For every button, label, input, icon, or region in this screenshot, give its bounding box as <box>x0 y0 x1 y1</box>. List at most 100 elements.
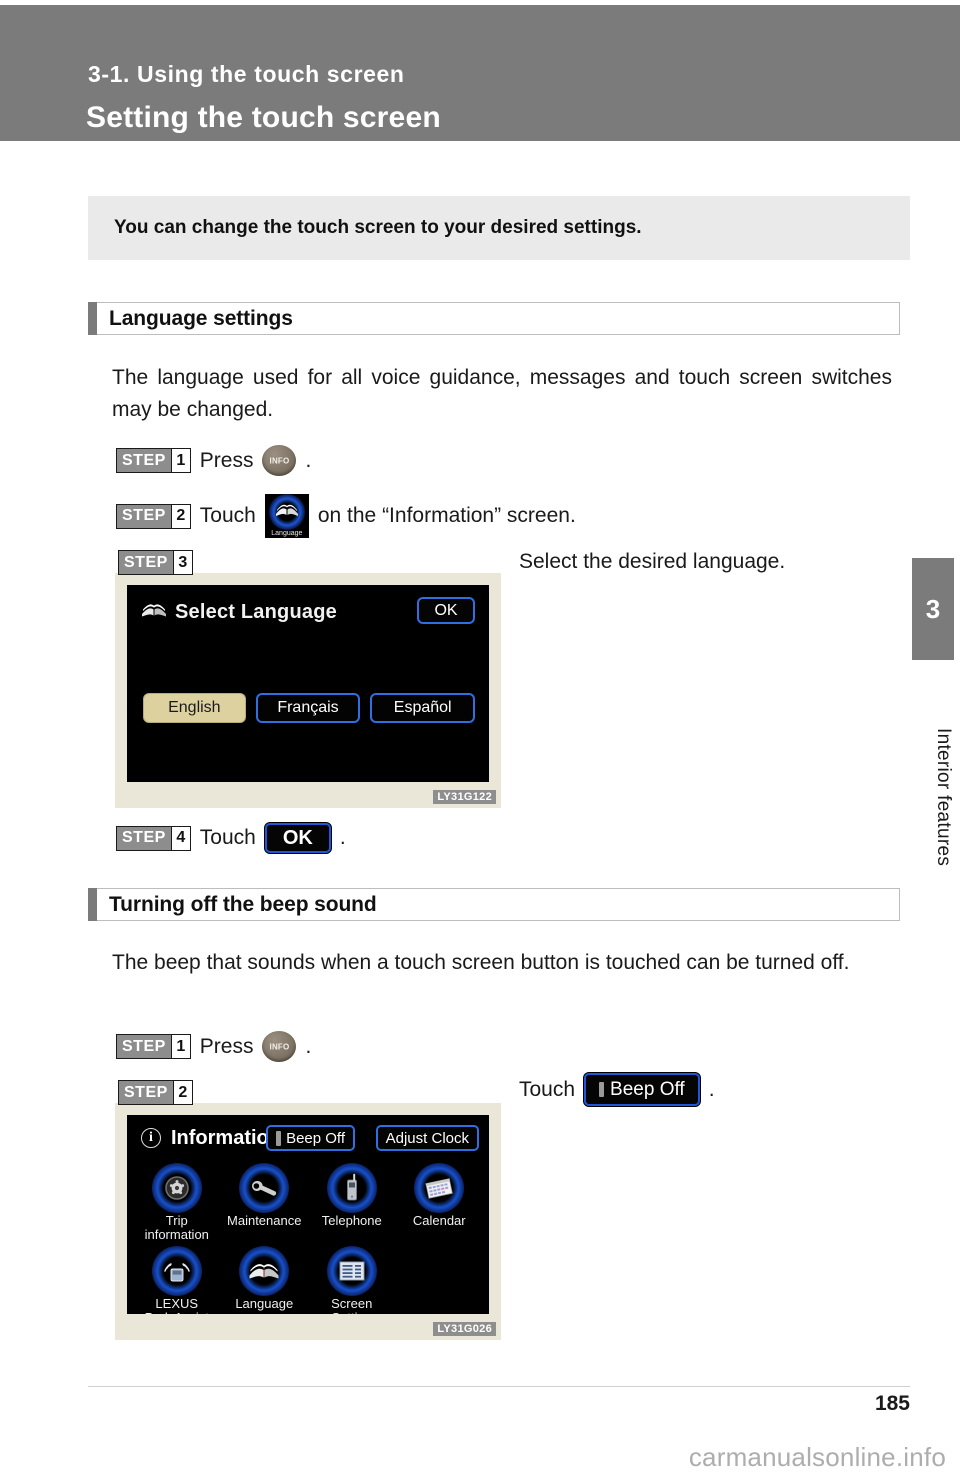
step-action-label: Touch <box>199 504 256 527</box>
figure-code: LY31G026 <box>433 1322 496 1336</box>
language-option-english[interactable]: English <box>143 693 246 723</box>
info-tile-screen-setting[interactable]: Screen Setting <box>308 1242 396 1314</box>
page-title: Setting the touch screen <box>86 101 441 134</box>
manual-page: 3-1. Using the touch screen Setting the … <box>0 0 960 1484</box>
step-badge-number: 2 <box>170 504 190 528</box>
adjust-clock-button[interactable]: Adjust Clock <box>375 1125 479 1151</box>
icon-row-1: Trip information Maintenance Telephone C… <box>133 1159 483 1242</box>
beep-off-button-inline[interactable]: Beep Off <box>584 1073 700 1106</box>
section-heading-language-settings: Language settings <box>88 302 900 335</box>
step-badge-word: STEP <box>117 504 171 528</box>
language-option-francais[interactable]: Français <box>255 693 361 723</box>
info-tile-calendar[interactable]: Calendar <box>396 1159 484 1242</box>
wheel-icon <box>151 1163 202 1213</box>
step-trailing-text: . <box>339 826 346 849</box>
step-action-label: Touch <box>199 826 256 849</box>
calendar-icon <box>414 1163 465 1213</box>
information-screen: i Information Beep Off Adjust Clock Trip… <box>127 1115 489 1314</box>
info-tile-maintenance[interactable]: Maintenance <box>221 1159 309 1242</box>
step-badge-word: STEP <box>119 1081 173 1104</box>
screen-setting-icon <box>326 1246 377 1296</box>
step-2-badge-wrapper: STEP 2 <box>118 1080 193 1105</box>
info-tile-language[interactable]: Language <box>221 1242 309 1314</box>
step-action-label: Touch <box>519 1077 576 1101</box>
book-icon <box>275 499 299 523</box>
information-title: Information <box>171 1127 281 1149</box>
section-accent-bar <box>88 888 97 921</box>
step-trailing-text: . <box>708 1077 715 1101</box>
step-badge: STEP 2 <box>118 1080 193 1105</box>
step-trailing-text: . <box>305 448 312 472</box>
intro-text: You can change the touch screen to your … <box>114 217 642 238</box>
section-heading-label: Turning off the beep sound <box>109 892 377 916</box>
step-3-badge-wrapper: STEP 3 <box>118 550 193 575</box>
step-badge-word: STEP <box>117 1035 171 1058</box>
select-language-ok-button[interactable]: OK <box>417 597 475 624</box>
select-language-title: Select Language <box>175 601 337 623</box>
step-badge: STEP 4 <box>116 825 191 851</box>
step-2-language: STEP 2 Touch Language on the “Informatio… <box>116 494 576 538</box>
info-button-icon[interactable] <box>262 445 297 476</box>
watermark: carmanualsonline.info <box>688 1442 946 1472</box>
beep-indicator-icon <box>276 1130 282 1146</box>
figure-code: LY31G122 <box>433 790 496 804</box>
info-tile-telephone[interactable]: Telephone <box>308 1159 396 1242</box>
beep-off-inline-label: Beep Off <box>610 1078 685 1100</box>
icon-row-2: LEXUS Park Assist Language <box>133 1242 483 1314</box>
step-badge-number: 1 <box>170 449 190 472</box>
step-1-language: STEP 1 Press . <box>116 445 311 476</box>
section-body-language-settings: The language used for all voice guidance… <box>112 366 892 421</box>
info-circle-icon: i <box>141 1128 161 1148</box>
step-badge-word: STEP <box>117 449 171 472</box>
language-option-espanol[interactable]: Español <box>370 693 476 723</box>
step-badge: STEP 3 <box>118 550 193 575</box>
book-icon <box>239 1246 290 1296</box>
intro-callout: You can change the touch screen to your … <box>88 196 910 260</box>
info-tile-trip-information[interactable]: Trip information <box>133 1159 221 1242</box>
section-accent-bar <box>88 302 97 335</box>
park-assist-icon <box>151 1246 202 1296</box>
chapter-name-vertical: Interior features <box>933 727 954 867</box>
step-action-label: Press <box>199 1034 254 1058</box>
step-trailing-text: . <box>305 1034 312 1058</box>
step-badge-word: STEP <box>119 551 173 574</box>
chapter-number-tab: 3 <box>912 558 954 660</box>
language-tile-icon[interactable]: Language <box>264 494 309 538</box>
step-badge: STEP 1 <box>116 448 191 473</box>
information-icon-grid: Trip information Maintenance Telephone C… <box>133 1159 483 1314</box>
step-badge-number: 3 <box>172 551 192 574</box>
beep-off-button[interactable]: Beep Off <box>266 1125 355 1151</box>
adjust-clock-label: Adjust Clock <box>385 1129 469 1147</box>
beep-indicator-icon <box>599 1082 605 1097</box>
info-tile-label: Maintenance <box>227 1213 302 1228</box>
page-number: 185 <box>874 1392 910 1415</box>
step-1-beep: STEP 1 Press . <box>116 1031 311 1062</box>
info-tile-label: Trip information <box>144 1213 209 1242</box>
info-button-icon[interactable] <box>262 1031 297 1062</box>
info-tile-label: Screen Setting <box>331 1296 373 1315</box>
select-language-screen: Select Language OK English Français Espa… <box>127 585 489 782</box>
page-header-band: 3-1. Using the touch screen Setting the … <box>0 5 960 141</box>
step-2-beep-caption: Touch Beep Off . <box>519 1073 715 1106</box>
wrench-icon <box>239 1163 290 1213</box>
phone-icon <box>326 1163 377 1213</box>
section-heading-label: Language settings <box>109 306 293 330</box>
figure-information-screen: i Information Beep Off Adjust Clock Trip… <box>115 1103 501 1340</box>
step-badge-number: 2 <box>172 1081 192 1104</box>
figure-select-language: Select Language OK English Français Espa… <box>115 573 501 808</box>
step-badge: STEP 2 <box>116 503 191 529</box>
step-trailing-text: on the “Information” screen. <box>317 504 576 527</box>
info-tile-label: Telephone <box>321 1213 382 1228</box>
step-3-caption: Select the desired language. <box>519 550 786 573</box>
header-chapter-line: 3-1. Using the touch screen <box>88 61 405 87</box>
beep-off-label: Beep Off <box>286 1129 345 1147</box>
info-tile-label: Language <box>235 1296 294 1311</box>
book-icon <box>141 603 167 623</box>
section-body-beep-sound: The beep that sounds when a touch screen… <box>112 951 850 974</box>
info-tile-empty <box>396 1242 484 1314</box>
ok-button-inline[interactable]: OK <box>264 823 331 853</box>
section-heading-beep-sound: Turning off the beep sound <box>88 888 900 921</box>
step-4-language: STEP 4 Touch OK . <box>116 823 346 853</box>
section-heading-box: Turning off the beep sound <box>97 888 900 921</box>
info-tile-lexus-park-assist[interactable]: LEXUS Park Assist <box>133 1242 221 1314</box>
